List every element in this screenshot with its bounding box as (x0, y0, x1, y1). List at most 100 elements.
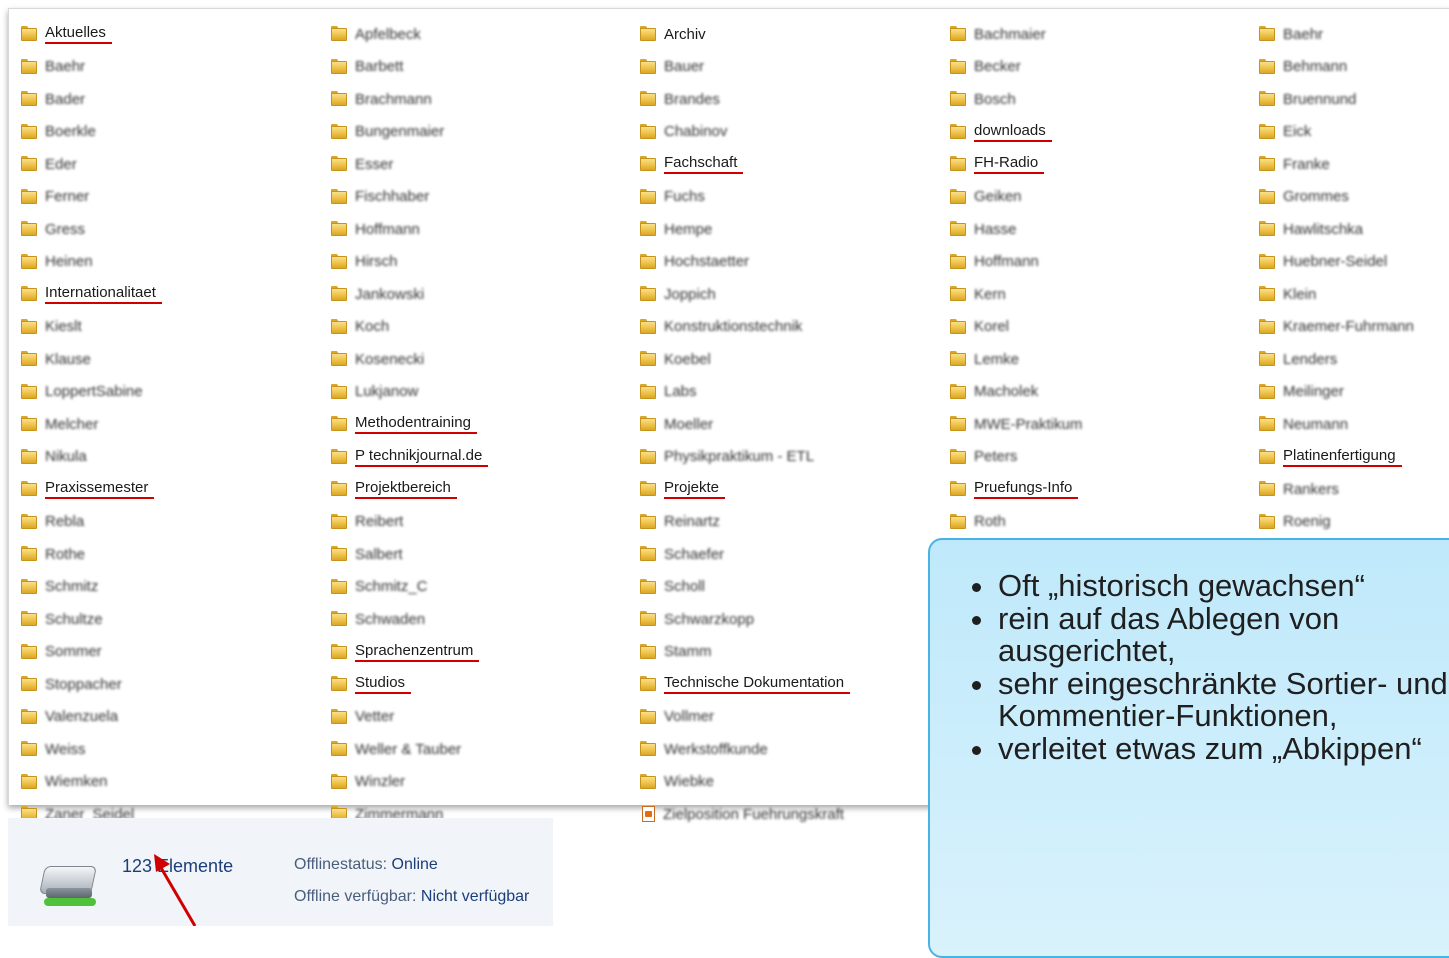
folder-item[interactable]: Brandes (640, 86, 940, 112)
folder-item[interactable]: Chabinov (640, 119, 940, 145)
folder-item[interactable]: Stoppacher (21, 671, 321, 697)
folder-item[interactable]: Lukjanow (331, 379, 631, 405)
folder-item[interactable]: Fachschaft (640, 151, 940, 177)
folder-item[interactable]: LoppertSabine (21, 379, 321, 405)
folder-item[interactable]: Schaefer (640, 541, 940, 567)
folder-item[interactable]: Werkstoffkunde (640, 736, 940, 762)
folder-item[interactable]: Hasse (950, 216, 1250, 242)
folder-item[interactable]: Hochstaetter (640, 249, 940, 275)
folder-item[interactable]: Bauer (640, 54, 940, 80)
folder-item[interactable]: Bungenmaier (331, 119, 631, 145)
folder-item[interactable]: Labs (640, 379, 940, 405)
folder-item[interactable]: Projekte (640, 476, 940, 502)
folder-item[interactable]: Neumann (1259, 411, 1449, 437)
folder-item[interactable]: Praxissemester (21, 476, 321, 502)
folder-item[interactable]: Winzler (331, 769, 631, 795)
folder-item[interactable]: Heinen (21, 249, 321, 275)
folder-item[interactable]: Schmitz_C (331, 574, 631, 600)
folder-item[interactable]: Vollmer (640, 704, 940, 730)
folder-item[interactable]: Bachmaier (950, 21, 1250, 47)
folder-item[interactable]: Rankers (1259, 476, 1449, 502)
folder-item[interactable]: Kieslt (21, 314, 321, 340)
folder-item[interactable]: Pruefungs-Info (950, 476, 1250, 502)
folder-item[interactable]: Reibert (331, 509, 631, 535)
folder-item[interactable]: Roenig (1259, 509, 1449, 535)
folder-item[interactable]: Sommer (21, 639, 321, 665)
folder-item[interactable]: Koch (331, 314, 631, 340)
folder-item[interactable]: Internationalitaet (21, 281, 321, 307)
folder-item[interactable]: Fuchs (640, 184, 940, 210)
folder-item[interactable]: Melcher (21, 411, 321, 437)
folder-item[interactable]: Koebel (640, 346, 940, 372)
folder-item[interactable]: Esser (331, 151, 631, 177)
folder-item[interactable]: Meilinger (1259, 379, 1449, 405)
folder-item[interactable]: Hawlitschka (1259, 216, 1449, 242)
folder-item[interactable]: Hirsch (331, 249, 631, 275)
folder-item[interactable]: Scholl (640, 574, 940, 600)
folder-item[interactable]: Joppich (640, 281, 940, 307)
folder-item[interactable]: Baehr (21, 54, 321, 80)
folder-item[interactable]: Weiss (21, 736, 321, 762)
folder-item[interactable]: Valenzuela (21, 704, 321, 730)
folder-item[interactable]: Jankowski (331, 281, 631, 307)
folder-item[interactable]: Stamm (640, 639, 940, 665)
folder-item[interactable]: Baehr (1259, 21, 1449, 47)
folder-item[interactable]: Klein (1259, 281, 1449, 307)
folder-item[interactable]: Kern (950, 281, 1250, 307)
folder-item[interactable]: Methodentraining (331, 411, 631, 437)
folder-item[interactable]: Bruennund (1259, 86, 1449, 112)
file-item[interactable]: Zielposition Fuehrungskraft (640, 801, 940, 827)
folder-item[interactable]: Sprachenzentrum (331, 639, 631, 665)
folder-item[interactable]: Rothe (21, 541, 321, 567)
folder-item[interactable]: downloads (950, 119, 1250, 145)
folder-item[interactable]: Roth (950, 509, 1250, 535)
folder-item[interactable]: Reinartz (640, 509, 940, 535)
folder-item[interactable]: Peters (950, 444, 1250, 470)
folder-item[interactable]: Hoffmann (331, 216, 631, 242)
folder-item[interactable]: Lenders (1259, 346, 1449, 372)
folder-item[interactable]: Kraemer-Fuhrmann (1259, 314, 1449, 340)
folder-item[interactable]: Physikpraktikum - ETL (640, 444, 940, 470)
folder-item[interactable]: Aktuelles (21, 21, 321, 47)
folder-item[interactable]: Eder (21, 151, 321, 177)
folder-item[interactable]: Grommes (1259, 184, 1449, 210)
folder-item[interactable]: Hempe (640, 216, 940, 242)
folder-item[interactable]: Wiemken (21, 769, 321, 795)
folder-item[interactable]: Klause (21, 346, 321, 372)
folder-item[interactable]: Apfelbeck (331, 21, 631, 47)
folder-item[interactable]: Studios (331, 671, 631, 697)
folder-item[interactable]: Schwarzkopp (640, 606, 940, 632)
folder-item[interactable]: Becker (950, 54, 1250, 80)
folder-item[interactable]: Projektbereich (331, 476, 631, 502)
folder-item[interactable]: Boerkle (21, 119, 321, 145)
folder-item[interactable]: Brachmann (331, 86, 631, 112)
folder-item[interactable]: Barbett (331, 54, 631, 80)
folder-item[interactable]: Korel (950, 314, 1250, 340)
folder-item[interactable]: Lemke (950, 346, 1250, 372)
folder-item[interactable]: Archiv (640, 21, 940, 47)
folder-item[interactable]: Moeller (640, 411, 940, 437)
folder-item[interactable]: Gress (21, 216, 321, 242)
folder-item[interactable]: Behmann (1259, 54, 1449, 80)
folder-item[interactable]: FH-Radio (950, 151, 1250, 177)
folder-item[interactable]: MWE-Praktikum (950, 411, 1250, 437)
folder-item[interactable]: Technische Dokumentation (640, 671, 940, 697)
folder-item[interactable]: P technikjournal.de (331, 444, 631, 470)
folder-item[interactable]: Hoffmann (950, 249, 1250, 275)
folder-item[interactable]: Schmitz (21, 574, 321, 600)
folder-item[interactable]: Ferner (21, 184, 321, 210)
folder-item[interactable]: Eick (1259, 119, 1449, 145)
folder-item[interactable]: Bader (21, 86, 321, 112)
folder-item[interactable]: Nikula (21, 444, 321, 470)
folder-item[interactable]: Wiebke (640, 769, 940, 795)
folder-item[interactable]: Vetter (331, 704, 631, 730)
folder-item[interactable]: Weller & Tauber (331, 736, 631, 762)
folder-item[interactable]: Platinenfertigung (1259, 444, 1449, 470)
folder-item[interactable]: Franke (1259, 151, 1449, 177)
folder-item[interactable]: Konstruktionstechnik (640, 314, 940, 340)
folder-item[interactable]: Macholek (950, 379, 1250, 405)
folder-item[interactable]: Geiken (950, 184, 1250, 210)
folder-item[interactable]: Schultze (21, 606, 321, 632)
folder-item[interactable]: Huebner-Seidel (1259, 249, 1449, 275)
folder-item[interactable]: Kosenecki (331, 346, 631, 372)
